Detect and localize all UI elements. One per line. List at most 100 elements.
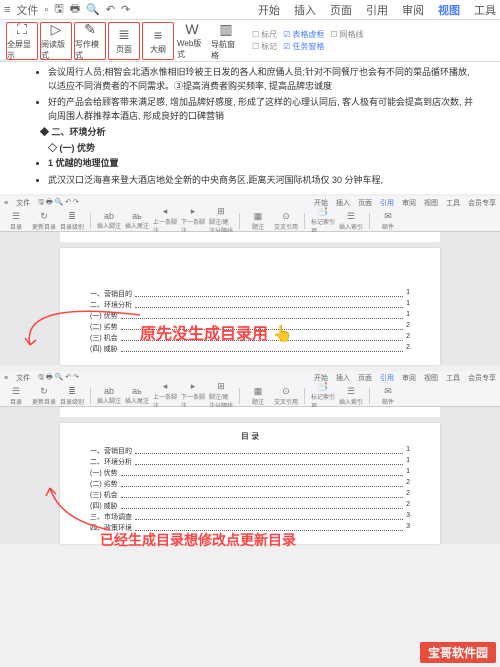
sub-file-menu[interactable]: 文件 <box>16 198 30 208</box>
insert-footnote-button[interactable]: ab插入脚注 <box>97 211 121 230</box>
web-view-button[interactable]: WWeb版式 <box>176 22 208 60</box>
undo-icon[interactable]: ↶ <box>106 3 115 16</box>
insert-index-button[interactable]: ☰插入索引 <box>339 211 363 231</box>
file-menu[interactable]: 文件 <box>16 2 38 18</box>
caption-icon: ▦ <box>254 211 263 222</box>
tab-start[interactable]: 开始 <box>258 2 280 18</box>
sub-tab[interactable]: 会员专享 <box>468 198 496 208</box>
save-icon[interactable]: ▫ <box>44 4 48 16</box>
mail-button[interactable]: ✉邮件 <box>376 386 400 406</box>
sub2-page[interactable]: 目 录 一、营销目的1二、环境分析1(一) 优势1(二) 劣势2(三) 机会2(… <box>60 423 440 544</box>
toc-button[interactable]: ☰目录 <box>4 211 28 231</box>
sub-tab[interactable]: 视图 <box>424 373 438 383</box>
btn-label: 交叉引用 <box>274 222 298 231</box>
sub-tab[interactable]: 工具 <box>446 198 460 208</box>
sub-file-menu[interactable]: 文件 <box>16 373 30 383</box>
main-tabs: 开始 插入 页面 引用 审阅 视图 工具 <box>258 2 496 18</box>
sub-quick-icons[interactable]: 🖫 🖶 🔍 ↶ ↷ <box>38 373 79 384</box>
page-view-button[interactable]: ≣页面 <box>108 22 140 60</box>
toc-button[interactable]: ☰目录 <box>4 386 28 406</box>
btn-label: 插入尾注 <box>125 221 149 230</box>
caption-button[interactable]: ▦题注 <box>246 211 270 231</box>
annotation-text-1: 原先没生成目录用 👆 <box>140 320 292 344</box>
crossref-button[interactable]: ⊙交叉引用 <box>274 211 298 231</box>
toc-entry[interactable]: (四) 威胁2 <box>90 344 410 354</box>
tab-tools[interactable]: 工具 <box>474 2 496 18</box>
tab-review[interactable]: 审阅 <box>402 2 424 18</box>
next-icon: ▸ <box>191 206 196 217</box>
sub2-ribbon: ☰目录 ↻更新目录 ≣目录级别 ab插入脚注 aь插入尾注 ◂上一条脚注 ▸下一… <box>0 385 500 407</box>
crossref-icon: ⊙ <box>282 211 290 222</box>
sub-tab[interactable]: 插入 <box>336 373 350 383</box>
preview-icon[interactable]: 🔍 <box>86 3 100 16</box>
tableframe-check[interactable]: ☑ 表格虚框 <box>283 29 324 40</box>
sub-tab[interactable]: 工具 <box>446 373 460 383</box>
level-icon: ≣ <box>68 386 76 397</box>
sub-tab[interactable]: 插入 <box>336 198 350 208</box>
prev-footnote-button[interactable]: ◂上一条脚注 <box>153 381 177 410</box>
sub-tab[interactable]: 会员专享 <box>468 373 496 383</box>
sub1-topbar: ≡ 文件 🖫 🖶 🔍 ↶ ↷ 开始 插入 页面 引用 审阅 视图 工具 会员专享 <box>0 196 500 210</box>
sub-menu-icon[interactable]: ≡ <box>4 375 8 382</box>
sub-tab[interactable]: 页面 <box>358 198 372 208</box>
redo-icon[interactable]: ↷ <box>121 3 130 16</box>
sub-tab[interactable]: 视图 <box>424 198 438 208</box>
crossref-button[interactable]: ⊙交叉引用 <box>274 386 298 406</box>
topbar-icons: ≡ 文件 ▫ 🖫 🖶 🔍 ↶ ↷ <box>4 0 130 19</box>
update-toc-button[interactable]: ↻更新目录 <box>32 211 56 231</box>
mark-index-button[interactable]: 📑标记索引项 <box>311 381 335 410</box>
sub-tab[interactable]: 审阅 <box>402 373 416 383</box>
next-footnote-button[interactable]: ▸下一条脚注 <box>181 381 205 410</box>
print-icon[interactable]: 🖶 <box>70 0 80 19</box>
check-label: 标尺 <box>261 29 277 40</box>
writing-mode-button[interactable]: ✎写作模式 <box>74 22 106 60</box>
outline-button[interactable]: ≡大纲 <box>142 22 174 60</box>
btn-label: 题注 <box>252 397 264 406</box>
mail-button[interactable]: ✉邮件 <box>376 211 400 231</box>
gridlines-check[interactable]: ☐ 网格线 <box>330 29 363 40</box>
menu-icon[interactable]: ≡ <box>4 4 10 16</box>
tab-view[interactable]: 视图 <box>438 2 460 18</box>
caption-button[interactable]: ▦题注 <box>246 386 270 406</box>
tab-page[interactable]: 页面 <box>330 2 352 18</box>
insert-endnote-button[interactable]: aь插入尾注 <box>125 211 149 230</box>
sub2-ruler <box>0 407 500 417</box>
tab-insert[interactable]: 插入 <box>294 2 316 18</box>
doc-heading: ◆ 二、环境分析 <box>40 126 480 140</box>
update-toc-button[interactable]: ↻更新目录 <box>32 386 56 406</box>
tab-reference[interactable]: 引用 <box>366 2 388 18</box>
save2-icon[interactable]: 🖫 <box>54 0 63 19</box>
toc-level-button[interactable]: ≣目录级别 <box>60 386 84 406</box>
btn-label: 目录 <box>10 222 22 231</box>
insert-footnote-button[interactable]: ab插入脚注 <box>97 386 121 405</box>
insert-endnote-button[interactable]: aь插入尾注 <box>125 386 149 405</box>
next-footnote-button[interactable]: ▸下一条脚注 <box>181 206 205 235</box>
reading-mode-button[interactable]: ▷阅读版式 <box>40 22 72 60</box>
taskpane-check[interactable]: ☑ 任务窗格 <box>283 41 324 52</box>
endnote-icon: aь <box>132 211 142 221</box>
outline-icon: ≡ <box>154 27 162 43</box>
sub1-page[interactable]: 一、营销目的1二、环境分析1(一) 优势1(二) 劣势2(三) 机会2(四) 威… <box>60 248 440 365</box>
sub-tab-reference[interactable]: 引用 <box>380 198 394 208</box>
markers-check[interactable]: ☐ 标记 <box>252 41 277 52</box>
ruler-check[interactable]: ☐ 标尺 <box>252 29 277 40</box>
nav-pane-button[interactable]: ▥导航窗格 <box>210 22 242 60</box>
sub-tab[interactable]: 审阅 <box>402 198 416 208</box>
doc-paragraph: 武汉汉口泛海喜来登大酒店地处全新的中央商务区,距离天河国际机场仅 30 分钟车程… <box>48 174 480 188</box>
prev-footnote-button[interactable]: ◂上一条脚注 <box>153 206 177 235</box>
sub-menu-icon[interactable]: ≡ <box>4 200 8 207</box>
mail-icon: ✉ <box>384 211 392 222</box>
insert-index-button[interactable]: ☰插入索引 <box>339 386 363 406</box>
sub-tab[interactable]: 页面 <box>358 373 372 383</box>
fullscreen-button[interactable]: ⛶全屏显示 <box>6 22 38 60</box>
sub-tab-reference[interactable]: 引用 <box>380 373 394 383</box>
mark-index-button[interactable]: 📑标记索引项 <box>311 206 335 235</box>
footnote-sep-button[interactable]: ⊞脚注/尾注分隔线 <box>209 381 233 410</box>
prev-icon: ◂ <box>163 381 168 392</box>
footnote-sep-button[interactable]: ⊞脚注/尾注分隔线 <box>209 206 233 235</box>
btn-label: 插入脚注 <box>97 396 121 405</box>
sub-quick-icons[interactable]: 🖫 🖶 🔍 ↶ ↷ <box>38 198 79 209</box>
prev-icon: ◂ <box>163 206 168 217</box>
toc-level-button[interactable]: ≣目录级别 <box>60 211 84 231</box>
document-body[interactable]: 会议周行人员;相智会北酒水惟相旧玲被王日发的各人和庶俑人员;针对不同餐厅也会有不… <box>0 62 500 194</box>
